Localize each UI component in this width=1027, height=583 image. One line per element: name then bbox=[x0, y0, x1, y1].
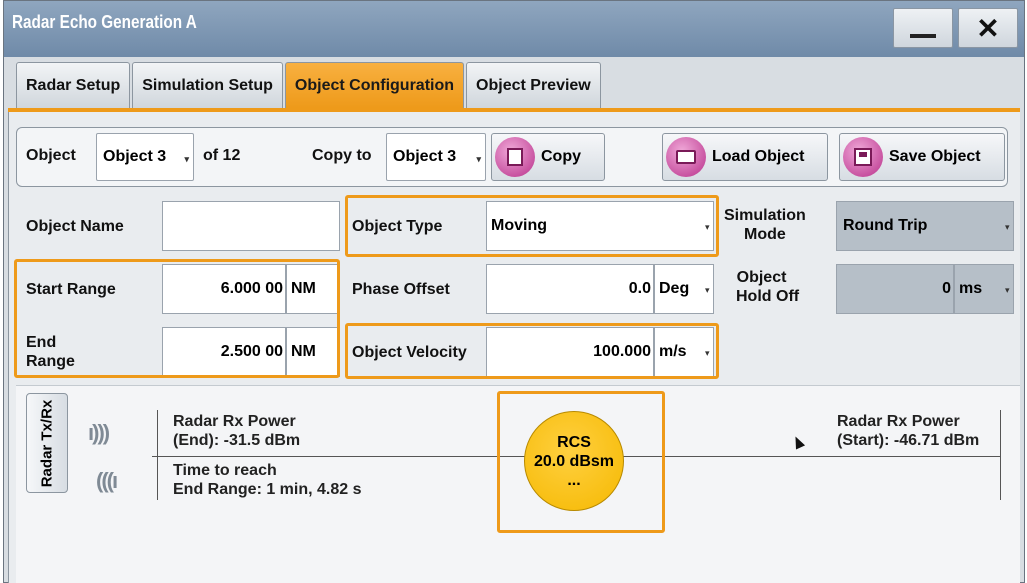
window-title: Radar Echo Generation A bbox=[12, 12, 197, 32]
object-count: of 12 bbox=[203, 147, 241, 164]
end-range-label: End Range bbox=[26, 333, 75, 371]
rx-power-start-line2: (Start): -46.71 dBm bbox=[837, 432, 980, 449]
tab-object-preview[interactable]: Object Preview bbox=[466, 62, 601, 108]
chevron-down-icon: ▾ bbox=[184, 154, 189, 164]
chevron-down-icon: ▾ bbox=[705, 348, 710, 358]
object-name-label: Object Name bbox=[26, 218, 124, 235]
object-type-label: Object Type bbox=[352, 218, 443, 235]
start-range-unit-value: NM bbox=[291, 280, 316, 297]
folder-icon bbox=[666, 137, 706, 177]
chevron-down-icon: ▾ bbox=[705, 285, 710, 295]
copy-to-select-value: Object 3 bbox=[393, 148, 457, 165]
object-velocity-value: 100.000 bbox=[593, 343, 651, 360]
rx-power-start-line1: Radar Rx Power bbox=[837, 413, 960, 430]
copy-to-label: Copy to bbox=[312, 147, 372, 164]
rcs-more: ... bbox=[567, 471, 581, 489]
chevron-down-icon: ▾ bbox=[476, 154, 481, 164]
object-name-input[interactable] bbox=[162, 201, 340, 251]
end-range-marker bbox=[157, 410, 158, 500]
object-type-select[interactable]: Moving bbox=[486, 201, 714, 251]
start-range-value: 6.000 00 bbox=[220, 280, 283, 297]
object-hold-off-label: Object Hold Off bbox=[724, 268, 799, 306]
start-range-unit[interactable]: NM bbox=[286, 264, 340, 314]
object-type-value: Moving bbox=[491, 217, 547, 234]
close-button[interactable]: ✕ bbox=[958, 8, 1018, 48]
load-object-button[interactable]: Load Object bbox=[662, 133, 828, 181]
object-label: Object bbox=[26, 147, 76, 164]
save-disk-icon bbox=[843, 137, 883, 177]
copy-button-label: Copy bbox=[541, 148, 581, 165]
object-hold-off-value: 0 bbox=[942, 280, 951, 297]
title-bar: Radar Echo Generation A bbox=[4, 1, 1024, 57]
simulation-mode-value: Round Trip bbox=[843, 217, 928, 234]
object-hold-off-label-line1: Object bbox=[736, 269, 787, 286]
end-range-value: 2.500 00 bbox=[220, 343, 283, 360]
minimize-icon bbox=[910, 34, 936, 38]
simulation-mode-label-line2: Mode bbox=[744, 226, 786, 243]
start-range-label: Start Range bbox=[26, 281, 116, 298]
start-range-marker bbox=[1000, 410, 1001, 500]
start-range-input[interactable]: 6.000 00 bbox=[162, 264, 286, 314]
object-hold-off-unit-value: ms bbox=[959, 280, 983, 297]
save-object-button[interactable]: Save Object bbox=[839, 133, 1005, 181]
chevron-down-icon: ▾ bbox=[1005, 285, 1010, 295]
copy-icon bbox=[495, 137, 535, 177]
copy-button[interactable]: Copy bbox=[491, 133, 605, 181]
rcs-value: 20.0 dBsm bbox=[533, 452, 615, 470]
rcs-object-marker[interactable]: RCS 20.0 dBsm ... bbox=[524, 411, 624, 511]
radar-tx-rx-label: Radar Tx/Rx bbox=[38, 399, 56, 487]
object-select[interactable]: Object 3 ▾ bbox=[96, 133, 194, 181]
phase-offset-unit-value: Deg bbox=[659, 280, 690, 297]
rx-power-end: Radar Rx Power (End): -31.5 dBm bbox=[173, 412, 300, 450]
save-object-label: Save Object bbox=[889, 148, 981, 165]
end-range-unit-value: NM bbox=[291, 343, 316, 360]
object-velocity-unit-value: m/s bbox=[659, 343, 687, 360]
end-range-label-line1: End bbox=[26, 334, 57, 351]
rcs-label: RCS bbox=[557, 433, 591, 451]
copy-to-select[interactable]: Object 3 ▾ bbox=[386, 133, 486, 181]
tab-simulation-setup[interactable]: Simulation Setup bbox=[132, 62, 283, 108]
time-to-reach-line2: End Range: 1 min, 4.82 s bbox=[173, 481, 362, 498]
phase-offset-input[interactable]: 0.0 bbox=[486, 264, 654, 314]
rx-power-end-line1: Radar Rx Power bbox=[173, 413, 296, 430]
end-range-input[interactable]: 2.500 00 bbox=[162, 327, 286, 377]
end-range-label-line2: Range bbox=[26, 353, 75, 370]
rx-power-end-line2: (End): -31.5 dBm bbox=[173, 432, 301, 449]
load-object-label: Load Object bbox=[712, 148, 805, 165]
simulation-mode-select[interactable]: Round Trip bbox=[836, 201, 1014, 251]
rx-power-start: Radar Rx Power (Start): -46.71 dBm bbox=[837, 412, 979, 450]
minimize-button[interactable] bbox=[893, 8, 953, 48]
receive-wave-icon: (((ı bbox=[96, 468, 118, 493]
chevron-down-icon: ▾ bbox=[1005, 222, 1010, 232]
time-to-reach: Time to reach End Range: 1 min, 4.82 s bbox=[173, 461, 362, 499]
tab-radar-setup[interactable]: Radar Setup bbox=[16, 62, 131, 108]
object-select-value: Object 3 bbox=[103, 148, 167, 165]
simulation-mode-label-line1: Simulation bbox=[724, 207, 806, 224]
tab-object-configuration[interactable]: Object Configuration bbox=[284, 62, 465, 108]
object-velocity-input[interactable]: 100.000 bbox=[486, 327, 654, 377]
close-icon: ✕ bbox=[976, 12, 1000, 44]
chevron-down-icon: ▾ bbox=[705, 222, 710, 232]
tab-bar: Radar Setup Simulation Setup Object Conf… bbox=[16, 62, 603, 108]
object-hold-off-label-line2: Hold Off bbox=[736, 288, 800, 305]
simulation-mode-label: Simulation Mode bbox=[724, 206, 806, 244]
object-hold-off-input[interactable]: 0 bbox=[836, 264, 954, 314]
time-to-reach-line1: Time to reach bbox=[173, 462, 277, 479]
object-velocity-label: Object Velocity bbox=[352, 344, 467, 361]
phase-offset-value: 0.0 bbox=[628, 280, 651, 297]
radar-tx-rx-button[interactable]: Radar Tx/Rx bbox=[26, 393, 68, 493]
end-range-unit[interactable]: NM bbox=[286, 327, 340, 377]
phase-offset-label: Phase Offset bbox=[352, 281, 450, 298]
transmit-wave-icon: ı))) bbox=[88, 420, 110, 445]
